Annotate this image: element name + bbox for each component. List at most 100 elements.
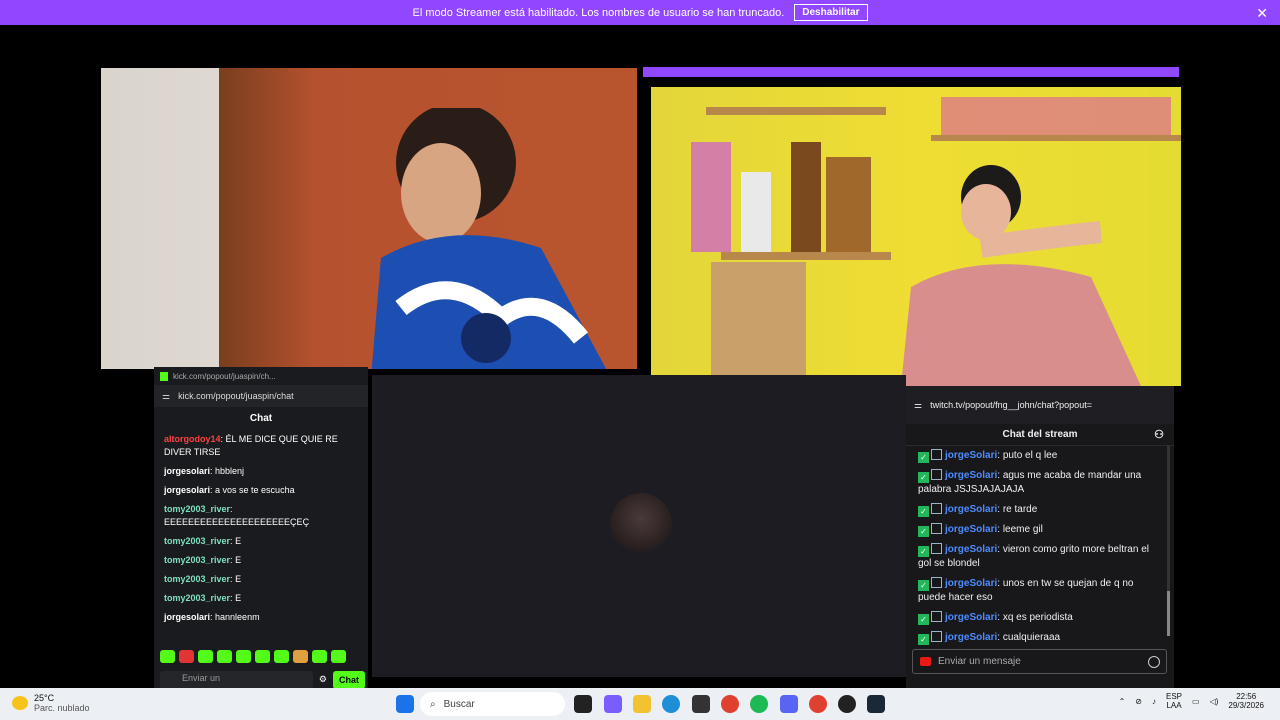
edge-icon[interactable] xyxy=(662,695,680,713)
kick-url: kick.com/popout/juaspin/chat xyxy=(178,391,294,401)
copilot-icon[interactable] xyxy=(604,695,622,713)
emote-icon[interactable] xyxy=(236,650,251,663)
offline-stream-panel xyxy=(372,375,906,677)
message-user[interactable]: altorgodoy14 xyxy=(164,434,221,444)
kick-input-row: Enviar un ⚙ Chat xyxy=(160,670,365,689)
message-user[interactable]: jorgeSolari xyxy=(945,578,997,589)
site-settings-icon[interactable]: ⚌ xyxy=(162,391,170,402)
message-user[interactable]: tomy2003_river xyxy=(164,574,230,584)
kick-chat-window: kick.com/popout/juaspin/ch... ⚌ kick.com… xyxy=(154,367,368,689)
streamer-figure xyxy=(371,108,607,369)
display-icon[interactable]: ▭ xyxy=(1192,697,1200,706)
file-explorer-icon[interactable] xyxy=(633,695,651,713)
message-text: cualquieraaa xyxy=(1002,632,1061,643)
network-icon[interactable]: ⊘ xyxy=(1135,697,1142,706)
lang-code: ESP xyxy=(1166,692,1183,701)
message-text: re tarde xyxy=(1002,504,1038,515)
channel-avatar xyxy=(610,493,672,557)
kick-send-button[interactable]: Chat xyxy=(333,670,365,689)
twitch-chat-title: Chat del stream xyxy=(1002,429,1078,440)
weather-widget[interactable]: 25°C Parc. nublado xyxy=(12,693,90,713)
taskbar-search[interactable]: ⌕ Buscar xyxy=(420,692,565,716)
list-item: tomy2003_river: EEEEEEEEEEEEEEEEEEEEEÇEÇ xyxy=(164,504,310,527)
emote-icon[interactable] xyxy=(312,650,327,663)
start-icon[interactable] xyxy=(396,695,414,713)
spotify-icon[interactable] xyxy=(750,695,768,713)
badge-icon xyxy=(931,523,942,534)
message-user[interactable]: tomy2003_river xyxy=(164,504,230,514)
site-settings-icon[interactable]: ⚌ xyxy=(914,400,922,411)
message-text: E xyxy=(235,574,242,584)
kick-message-input[interactable]: Enviar un xyxy=(160,670,313,689)
list-item: ✓ jorgeSolari: vieron como grito more bel… xyxy=(918,543,1149,569)
check-badge-icon: ✓ xyxy=(918,452,929,463)
chrome-icon[interactable] xyxy=(721,695,739,713)
emoji-icon[interactable] xyxy=(1148,656,1160,668)
clock[interactable]: 22:56 29/3/2026 xyxy=(1228,692,1264,710)
weather-desc: Parc. nublado xyxy=(34,703,90,713)
webcam-video-right xyxy=(651,87,1181,386)
twitch-window-titlebar[interactable] xyxy=(643,67,1179,77)
twitch-message-input[interactable]: Enviar un mensaje xyxy=(912,649,1167,674)
emote-icon[interactable] xyxy=(198,650,213,663)
close-icon[interactable]: ✕ xyxy=(1256,5,1268,22)
streamer-mode-banner: El modo Streamer está habilitado. Los no… xyxy=(0,0,1280,25)
emote-icon[interactable] xyxy=(274,650,289,663)
emote-icon[interactable] xyxy=(255,650,270,663)
badge-icon xyxy=(931,469,942,480)
lang-layout: LAA xyxy=(1166,701,1182,710)
users-icon[interactable]: ⚇ xyxy=(1154,428,1164,441)
steam-icon[interactable] xyxy=(867,695,885,713)
emote-icon[interactable] xyxy=(331,650,346,663)
emote-icon[interactable] xyxy=(160,650,175,663)
kick-titlebar[interactable]: kick.com/popout/juaspin/ch... xyxy=(154,367,368,385)
message-user[interactable]: jorgeSolari xyxy=(945,450,997,461)
speaker-icon[interactable]: ◁) xyxy=(1210,697,1219,706)
kick-url-bar[interactable]: ⚌ kick.com/popout/juaspin/chat xyxy=(154,385,368,407)
camera-icon[interactable] xyxy=(920,657,931,666)
epic-games-icon[interactable] xyxy=(692,695,710,713)
message-user[interactable]: jorgeSolari xyxy=(945,632,997,643)
message-user[interactable]: jorgesolari xyxy=(164,612,210,622)
message-text: a vos se te escucha xyxy=(215,485,295,495)
language-indicator[interactable]: ESP LAA xyxy=(1166,692,1182,710)
list-item: jorgesolari: a vos se te escucha xyxy=(164,485,295,495)
list-item: ✓ jorgeSolari: unos en tw se quejan de q … xyxy=(918,577,1134,603)
chevron-up-icon[interactable]: ⌃ xyxy=(1119,697,1126,706)
message-user[interactable]: tomy2003_river xyxy=(164,555,230,565)
clock-date: 29/3/2026 xyxy=(1228,701,1264,710)
message-text: EEEEEEEEEEEEEEEEEEEEEÇEÇ xyxy=(164,517,310,527)
message-user[interactable]: jorgeSolari xyxy=(945,544,997,555)
message-text: E xyxy=(235,536,242,546)
message-user[interactable]: tomy2003_river xyxy=(164,536,230,546)
list-item: ✓ jorgeSolari: agus me acaba de mandar un… xyxy=(918,469,1142,495)
message-user[interactable]: jorgeSolari xyxy=(945,470,997,481)
settings-gear-icon[interactable]: ⚙ xyxy=(319,674,327,685)
twitch-message-list: ✓ jorgeSolari: puto el q lee ✓ jorgeSolari… xyxy=(906,446,1174,648)
microphone-icon[interactable]: ♪ xyxy=(1152,697,1156,706)
emote-icon[interactable] xyxy=(217,650,232,663)
check-badge-icon: ✓ xyxy=(918,546,929,557)
list-item: jorgesolari: hbblenj xyxy=(164,466,245,476)
disable-button[interactable]: Deshabilitar xyxy=(794,4,868,21)
emote-icon[interactable] xyxy=(293,650,308,663)
chat-scrollbar[interactable] xyxy=(1167,446,1170,636)
kick-logo-icon xyxy=(160,371,168,381)
twitch-url-bar[interactable]: ⚌ twitch.tv/popout/fng__john/chat?popout… xyxy=(906,386,1174,424)
kick-message-list: altorgodoy14: ÉL ME DICE QUE QUIE RE DIV… xyxy=(154,430,368,627)
list-item: ✓ jorgeSolari: re tarde xyxy=(906,500,1174,520)
message-user[interactable]: jorgeSolari xyxy=(945,524,997,535)
list-item: ✓ jorgeSolari: cualquieraaa xyxy=(906,628,1174,648)
message-user[interactable]: jorgeSolari xyxy=(945,504,997,515)
list-item: tomy2003_river: E xyxy=(164,593,242,603)
message-user[interactable]: tomy2003_river xyxy=(164,593,230,603)
message-user[interactable]: jorgesolari xyxy=(164,485,210,495)
message-user[interactable]: jorgeSolari xyxy=(945,612,997,623)
discord-icon[interactable] xyxy=(780,695,798,713)
list-item: tomy2003_river: E xyxy=(164,536,242,546)
task-view-icon[interactable] xyxy=(574,695,592,713)
message-user[interactable]: jorgesolari xyxy=(164,466,210,476)
chrome-profile-icon[interactable] xyxy=(809,695,827,713)
app-icon[interactable] xyxy=(838,695,856,713)
emote-icon[interactable] xyxy=(179,650,194,663)
